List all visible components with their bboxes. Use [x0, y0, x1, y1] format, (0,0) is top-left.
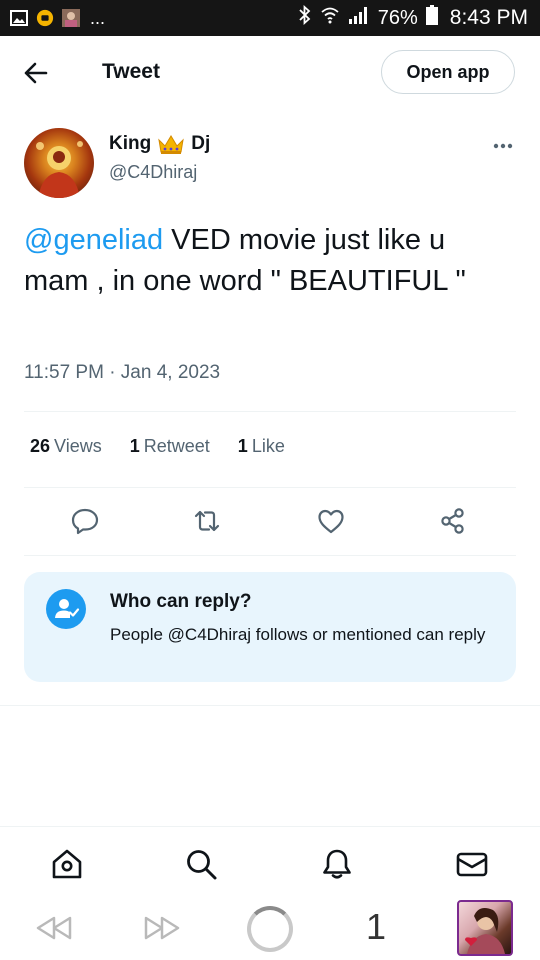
who-can-reply-card: Who can reply? People @C4Dhiraj follows …	[24, 572, 516, 682]
divider	[24, 411, 516, 412]
more-options-icon[interactable]	[491, 136, 515, 156]
like-heart-icon[interactable]	[316, 506, 346, 536]
wifi-icon	[320, 6, 340, 30]
battery-percent: 76%	[377, 6, 418, 29]
notifications-icon[interactable]	[320, 847, 354, 881]
views-count: 26	[30, 436, 51, 456]
views-stat: 26 Views	[30, 436, 102, 457]
divider	[0, 705, 540, 706]
retweets-count: 1	[129, 436, 140, 456]
crown-icon	[157, 132, 185, 156]
likes-count: 1	[237, 436, 248, 456]
status-system: 76% 8:43 PM	[298, 4, 528, 31]
likes-label: Like	[251, 436, 285, 456]
home-icon[interactable]	[50, 847, 84, 881]
tweet-timestamp[interactable]: 11:57 PM · Jan 4, 2023	[24, 362, 220, 384]
divider	[24, 555, 516, 556]
tweet-mention-link[interactable]: @geneliad	[24, 224, 163, 256]
top-bar: Tweet Open app	[0, 36, 540, 110]
author-handle[interactable]: @C4Dhiraj	[109, 162, 197, 183]
share-icon[interactable]	[438, 506, 468, 536]
author-name[interactable]: King	[109, 133, 151, 155]
divider	[24, 487, 516, 488]
tab-count[interactable]: 1	[366, 906, 386, 948]
status-time: 8:43 PM	[449, 6, 528, 29]
fast-forward-icon[interactable]	[142, 914, 182, 942]
app-notification-icon	[36, 9, 54, 27]
retweets-label: Retweet	[143, 436, 210, 456]
photo-notification-icon	[62, 9, 80, 27]
battery-icon	[425, 5, 438, 31]
author-name-row[interactable]: King Dj	[109, 132, 210, 156]
profile-thumbnail[interactable]	[457, 900, 513, 956]
likes-stat[interactable]: 1 Like	[238, 436, 285, 457]
tweet-stats: 26 Views 1 Retweet 1 Like	[30, 436, 285, 457]
views-label: Views	[54, 436, 102, 456]
reply-card-title: Who can reply?	[110, 591, 252, 612]
status-notifications: ...	[10, 8, 105, 28]
tweet-actions	[24, 500, 516, 542]
bluetooth-icon	[298, 4, 312, 31]
status-bar: ... 76% 8:43 PM	[0, 0, 540, 36]
bottom-tab-bar	[0, 826, 540, 899]
retweet-icon[interactable]	[192, 506, 222, 536]
rewind-icon[interactable]	[34, 914, 74, 942]
reply-icon[interactable]	[70, 506, 100, 536]
back-arrow-icon[interactable]	[22, 60, 52, 86]
messages-icon[interactable]	[455, 847, 489, 881]
user-check-icon	[46, 589, 86, 629]
open-app-button[interactable]: Open app	[381, 50, 515, 94]
author-avatar[interactable]	[24, 128, 94, 198]
reply-card-text: People @C4Dhiraj follows or mentioned ca…	[110, 625, 486, 644]
retweets-stat[interactable]: 1 Retweet	[130, 436, 210, 457]
gallery-notification-icon	[10, 10, 28, 26]
signal-icon	[348, 6, 370, 30]
author-name-suffix[interactable]: Dj	[191, 133, 210, 155]
more-notifications: ...	[90, 8, 106, 28]
loading-spinner-icon	[247, 906, 293, 952]
system-nav-bar: 1	[0, 898, 540, 960]
tweet-text: @geneliad VED movie just like u mam , in…	[24, 220, 514, 302]
page-title: Tweet	[102, 60, 160, 83]
search-icon[interactable]	[184, 847, 218, 881]
